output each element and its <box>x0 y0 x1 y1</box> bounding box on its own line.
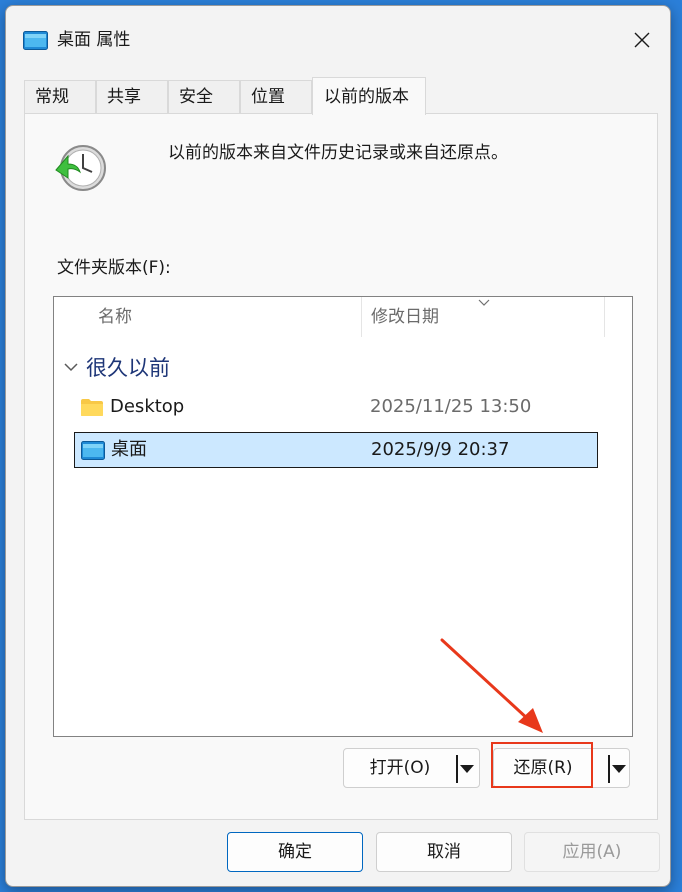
column-header-name[interactable]: 名称 <box>98 297 132 337</box>
ok-button[interactable]: 确定 <box>227 832 363 872</box>
desktop-folder-icon <box>23 31 48 50</box>
open-button-label[interactable]: 打开(O) <box>344 749 456 787</box>
title-bar[interactable]: 桌面 属性 <box>6 6 670 66</box>
item-date: 2025/9/9 20:37 <box>371 439 510 460</box>
window-title: 桌面 属性 <box>57 30 131 50</box>
column-separator[interactable] <box>361 297 362 337</box>
close-button[interactable] <box>618 20 666 60</box>
close-icon <box>634 32 650 48</box>
column-separator[interactable] <box>604 297 605 337</box>
column-header-date[interactable]: 修改日期 <box>371 297 439 337</box>
group-header[interactable]: 很久以前 <box>64 352 170 382</box>
tab-general[interactable]: 常规 <box>24 80 96 113</box>
properties-dialog: 桌面 属性 常规 共享 安全 位置 以前的版本 以前的版本来自文件历史记录或来自… <box>5 5 671 887</box>
dropdown-arrow-icon[interactable] <box>612 764 626 774</box>
tab-previous-versions[interactable]: 以前的版本 <box>312 77 426 115</box>
item-date: 2025/11/25 13:50 <box>370 396 532 417</box>
chevron-down-icon <box>64 363 78 372</box>
tab-location[interactable]: 位置 <box>240 80 312 113</box>
list-item[interactable]: Desktop 2025/11/25 13:50 <box>74 390 598 426</box>
previous-versions-panel: 以前的版本来自文件历史记录或来自还原点。 文件夹版本(F): 名称 修改日期 很… <box>24 113 658 820</box>
split-separator <box>456 755 458 783</box>
open-split-button[interactable]: 打开(O) <box>343 748 480 788</box>
dropdown-arrow-icon[interactable] <box>460 764 474 774</box>
folder-icon <box>81 399 103 416</box>
item-name: 桌面 <box>111 439 147 460</box>
apply-button[interactable]: 应用(A) <box>524 832 660 872</box>
desktop-folder-icon <box>81 441 105 460</box>
versions-list[interactable]: 名称 修改日期 很久以前 Desktop 2025/11/25 13:50 桌面… <box>53 296 633 737</box>
restore-button-label[interactable]: 还原(R) <box>494 749 592 787</box>
restore-clock-icon <box>55 145 106 191</box>
tab-sharing[interactable]: 共享 <box>96 80 168 113</box>
list-item-selected[interactable]: 桌面 2025/9/9 20:37 <box>74 432 598 468</box>
sort-chevron-icon <box>478 299 490 306</box>
item-name: Desktop <box>110 396 185 417</box>
cancel-button[interactable]: 取消 <box>376 832 512 872</box>
tab-security[interactable]: 安全 <box>168 80 240 113</box>
split-separator <box>608 755 610 783</box>
folder-versions-label: 文件夹版本(F): <box>57 258 171 278</box>
description-text: 以前的版本来自文件历史记录或来自还原点。 <box>168 143 508 163</box>
restore-split-button[interactable]: 还原(R) <box>493 748 630 788</box>
group-label: 很久以前 <box>86 356 170 380</box>
